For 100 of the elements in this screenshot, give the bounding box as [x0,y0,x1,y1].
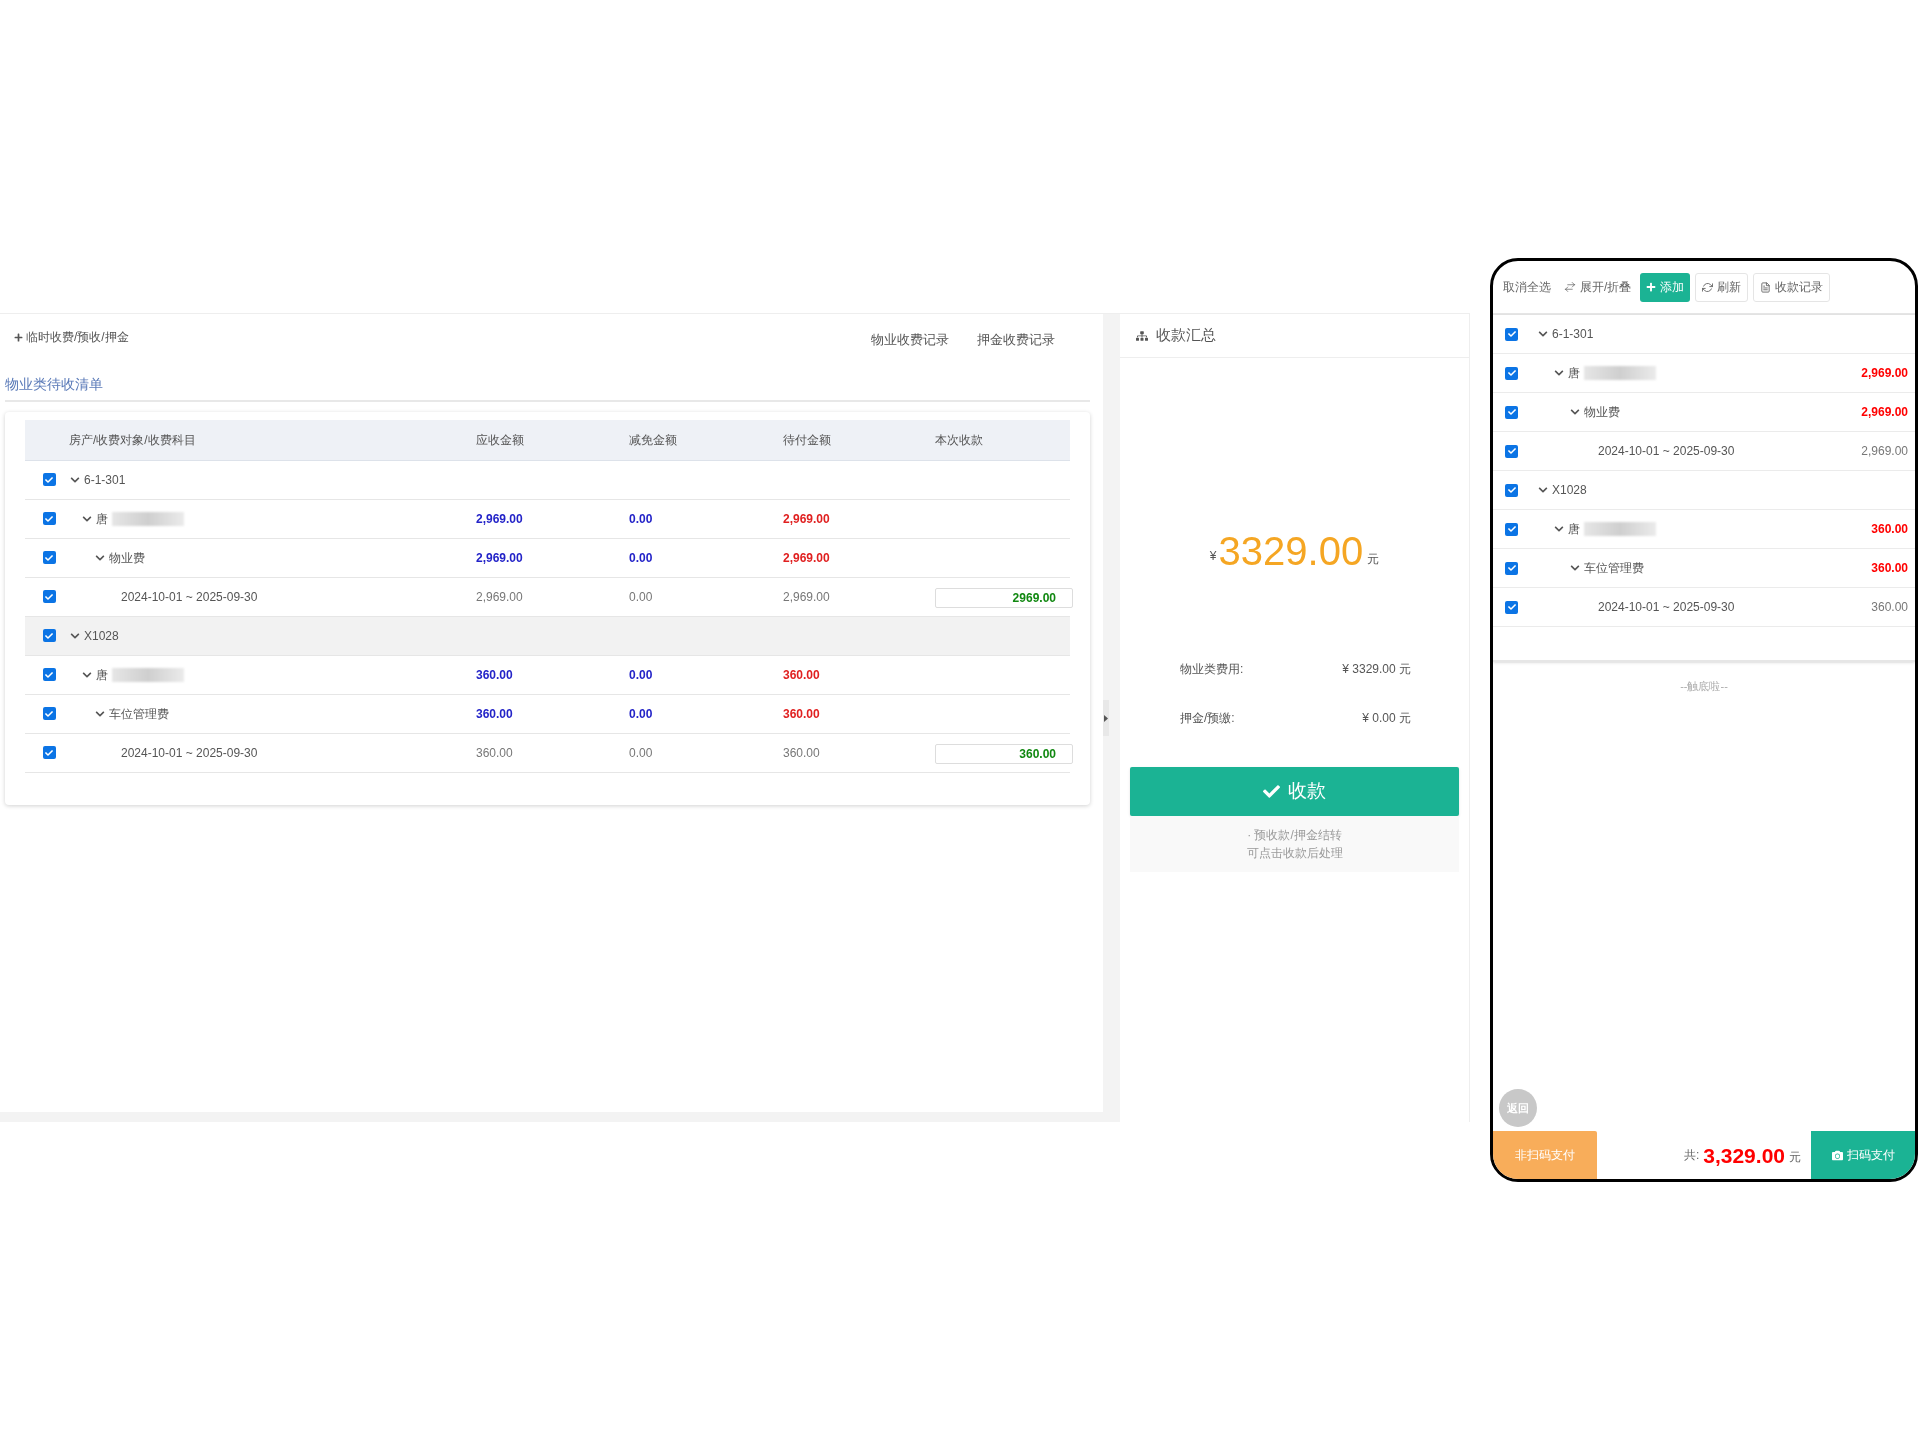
payment-field[interactable]: 2969.00 [935,587,1073,608]
checkbox[interactable] [1505,561,1518,575]
amount-text: 2,969.00 [476,510,524,528]
chevron-icon[interactable] [1554,368,1564,378]
section-title: 物业类待收清单 [5,375,103,392]
splitter-handle[interactable] [1103,700,1109,736]
list-row[interactable]: 车位管理费 360.00 [1493,549,1915,588]
row-label: 2024-10-01 ~ 2025-09-30 [1598,443,1735,460]
amount-text: 360.00 [1871,599,1908,616]
payment-field[interactable]: 360.00 [935,743,1073,764]
checkbox[interactable] [42,707,56,720]
row-label: 2024-10-01 ~ 2025-09-30 [121,744,258,762]
checkbox[interactable] [1505,405,1518,419]
checkbox[interactable] [1505,444,1518,458]
list-row[interactable]: 6-1-301 [1493,315,1915,354]
checkmark-icon [1507,330,1516,338]
checkmark-icon [1507,603,1516,611]
checkbox[interactable] [42,668,56,681]
column-header: 应收金额 [476,431,525,449]
amount-text: 360.00 [783,744,821,762]
panel-title: 收款汇总 [1156,325,1216,346]
summary-value: ¥ 0.00 元 [1362,710,1411,727]
refresh-icon [1702,281,1714,293]
checkbox[interactable] [42,551,56,564]
column-header: 待付金额 [783,431,832,449]
list-row[interactable]: 物业费 2,969.00 [1493,393,1915,432]
sitemap-icon [1136,329,1148,342]
list-row[interactable]: 2024-10-01 ~ 2025-09-30 2,969.00 [1493,432,1915,471]
chevron-icon[interactable] [1538,485,1548,495]
chevron-icon[interactable] [70,474,80,485]
toolbar-button[interactable]: 收款记录 [1753,272,1831,302]
total-label: 共: [1683,1146,1700,1164]
plus-icon [1646,282,1657,292]
checkmark-icon [45,475,53,484]
checkbox[interactable] [1505,483,1518,497]
list-row[interactable]: X1028 [1493,471,1915,510]
list-row[interactable]: 唐 360.00 [1493,510,1915,549]
checkmark-icon [1507,564,1516,572]
toolbar-button[interactable]: 刷新 [1695,272,1749,302]
amount-text: 360.00 [1871,521,1908,538]
records-link[interactable]: 物业收费记录 [871,330,949,350]
amount-text: 0.00 [629,549,654,567]
chevron-icon[interactable] [70,630,80,641]
chevron-icon[interactable] [1538,329,1548,339]
check-icon [1263,783,1280,800]
checkmark-icon [45,670,53,679]
table-row[interactable]: X1028 [25,616,1070,656]
swap-icon [1564,281,1576,293]
chevron-icon[interactable] [1554,524,1564,534]
checkbox[interactable] [42,512,56,525]
checkmark-icon [1507,369,1516,377]
list-row[interactable]: 2024-10-01 ~ 2025-09-30 360.00 [1493,588,1915,627]
checkbox[interactable] [1505,522,1518,536]
chevron-icon[interactable] [82,669,92,680]
records-link[interactable]: 押金收费记录 [977,330,1055,350]
amount-text: 0.00 [629,705,654,723]
row-label: 唐 [1568,521,1580,538]
summary-value: ¥ 3329.00 元 [1342,661,1411,678]
summary-label: 物业类费用: [1180,661,1244,678]
chevron-icon[interactable] [82,513,92,524]
checkbox[interactable] [42,746,56,759]
toolbar-button[interactable]: 展开/折叠 [1560,273,1636,301]
chevron-icon[interactable] [95,552,105,563]
amount-text: 2,969.00 [783,588,831,606]
checkmark-icon [45,709,53,718]
checkbox[interactable] [42,590,56,603]
checkbox[interactable] [42,473,56,486]
list-row[interactable]: 唐 2,969.00 [1493,354,1915,393]
row-label: 6-1-301 [84,471,126,489]
amount-text: 2,969.00 [476,549,524,567]
chevron-icon[interactable] [1570,563,1580,573]
amount-text: 2,969.00 [1861,443,1908,460]
caret-icon [1104,714,1108,722]
checkbox[interactable] [1505,600,1518,614]
column-header: 本次收款 [935,431,984,449]
amount-text: 0.00 [629,744,654,762]
row-label: 唐 [1568,365,1580,382]
amount-text: 2,969.00 [783,510,831,528]
checkbox[interactable] [1505,366,1518,380]
chevron-icon[interactable] [95,708,105,719]
row-label: 2024-10-01 ~ 2025-09-30 [1598,599,1735,616]
unit-text: 元 [1789,1148,1801,1166]
amount-text: 360.00 [476,744,514,762]
column-header: 房产/收费对象/收费科目 [69,431,197,449]
checkbox[interactable] [42,629,56,642]
add-charge-link[interactable]: 临时收费/预收/押金 [14,328,129,346]
amount-text: 360.00 [783,705,821,723]
row-label: 2024-10-01 ~ 2025-09-30 [121,588,258,606]
note-text: · 预收款/押金结转 [1247,827,1342,844]
row-label: 6-1-301 [1552,326,1594,343]
checkmark-icon [45,748,53,757]
chevron-icon[interactable] [1570,407,1580,417]
document-icon [1760,281,1772,293]
checkbox[interactable] [1505,327,1518,341]
toolbar-button[interactable]: 取消全选 [1499,273,1555,301]
column-header: 减免金额 [629,431,678,449]
checkmark-icon [1507,486,1516,494]
total-amount: 3329.00 [1218,531,1364,571]
checkmark-icon [1507,408,1516,416]
row-label: X1028 [84,627,119,645]
